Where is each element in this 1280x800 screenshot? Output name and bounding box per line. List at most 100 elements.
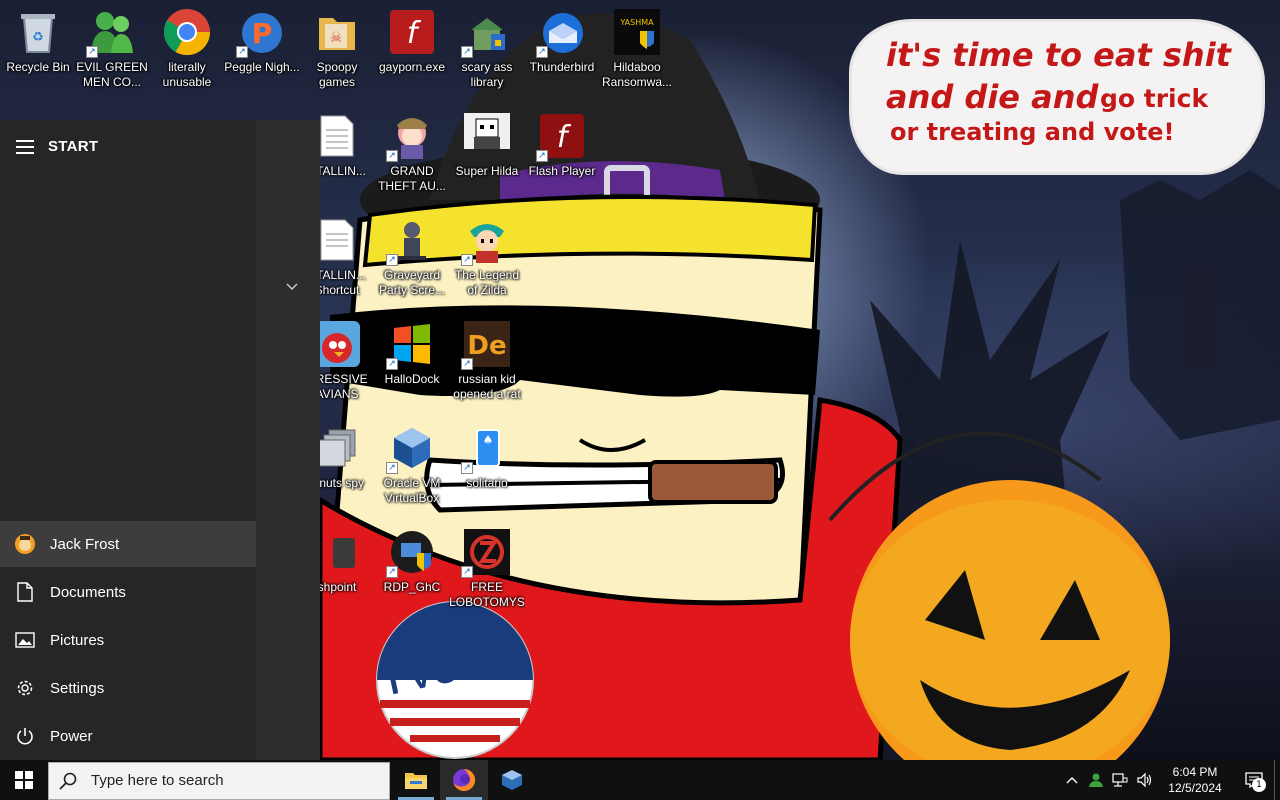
notification-badge: 1	[1252, 778, 1266, 792]
start-menu-rail	[0, 120, 256, 760]
flash-player-icon: f ↗	[536, 112, 586, 162]
desktop-icon-scary-library[interactable]: ↗ scary ass library	[449, 2, 525, 102]
volume-icon[interactable]	[1132, 760, 1156, 800]
folder-icon: ☠	[313, 8, 361, 56]
chevron-down-icon[interactable]	[286, 280, 298, 294]
desktop-icon-russian-kid[interactable]: De ↗ russian kid opened a rat	[449, 314, 525, 414]
start-menu-user[interactable]: Jack Frost	[0, 521, 256, 567]
desktop-icon-label: EVIL GREEN MEN CO...	[76, 60, 148, 89]
taskbar-app-virtualbox[interactable]	[488, 760, 536, 800]
desktop-icon-literally-unusable[interactable]: literally unusable	[149, 2, 225, 102]
desktop-icon-recycle-bin[interactable]: ♻ Recycle Bin	[0, 2, 76, 102]
pictures-icon	[14, 629, 36, 651]
desktop-icon-free-lobotomys[interactable]: ↗ FREE LOBOTOMYS	[449, 522, 525, 622]
desktop-icon-label: solitario	[466, 476, 508, 490]
desktop-icon-legend-of-zilda[interactable]: ↗ The Legend of Zilda	[449, 210, 525, 310]
start-menu-item-label: Settings	[50, 679, 105, 697]
anime-girl-icon: ↗	[386, 112, 436, 162]
svg-text:☠: ☠	[330, 30, 343, 46]
taskbar-clock[interactable]: 6:04 PM 12/5/2024	[1156, 764, 1234, 796]
start-menu-documents[interactable]: Documents	[0, 569, 256, 615]
desktop-icon-label: FREE LOBOTOMYS	[449, 580, 525, 609]
speech-line-3: or treating and vote!	[890, 118, 1175, 146]
start-menu: START Jack Frost Documents Pictures Sett…	[0, 120, 320, 760]
desktop-icon-evil-green-men[interactable]: ↗ EVIL GREEN MEN CO...	[74, 2, 150, 102]
windows-stack-icon	[313, 424, 361, 472]
angry-bird-icon	[313, 320, 361, 368]
desktop-icon-flash-player[interactable]: f ↗ Flash Player	[524, 106, 600, 206]
peggle-icon: P ↗	[236, 8, 286, 58]
desktop-icon-super-hilda[interactable]: Super Hilda	[449, 106, 525, 206]
user-name: Jack Frost	[50, 535, 120, 553]
start-menu-pictures[interactable]: Pictures	[0, 617, 256, 663]
windows-logo-icon: ↗	[386, 320, 436, 370]
system-tray: 6:04 PM 12/5/2024 1	[1060, 760, 1280, 800]
start-menu-item-label: Pictures	[50, 631, 105, 649]
desktop-icon-hallodock[interactable]: ↗ HalloDock	[374, 314, 450, 414]
network-icon[interactable]	[1108, 760, 1132, 800]
recycle-bin-icon: ♻	[14, 8, 62, 56]
taskbar-app-file-explorer[interactable]	[392, 760, 440, 800]
desktop-icon-label: Thunderbird	[529, 60, 595, 74]
desktop-icon-spoopy-games[interactable]: ☠ Spoopy games	[299, 2, 375, 102]
library-icon: ↗	[461, 8, 511, 58]
thunderbird-icon: ↗	[536, 8, 586, 58]
svg-text:♠: ♠	[483, 433, 494, 447]
notification-center-button[interactable]: 1	[1234, 760, 1274, 800]
gear-icon	[14, 677, 36, 699]
desktop-icon-hildaboo-ransomware[interactable]: YASHMA Hildaboo Ransomwa...	[599, 2, 675, 102]
desktop-icon-label: Oracle VM VirtualBox	[383, 476, 441, 505]
svg-text:P: P	[252, 17, 273, 50]
desktop-icon-label: Super Hilda	[455, 164, 519, 178]
desktop-icon-grand-theft-auto[interactable]: ↗ GRAND THEFT AU...	[374, 106, 450, 206]
power-icon	[14, 725, 36, 747]
search-input[interactable]	[91, 772, 371, 789]
desktop-icon-virtualbox[interactable]: ↗ Oracle VM VirtualBox	[374, 418, 450, 518]
start-menu-item-label: Power	[50, 727, 93, 745]
people-icon[interactable]	[1084, 760, 1108, 800]
desktop-icon-thunderbird[interactable]: ↗ Thunderbird	[524, 2, 600, 102]
desktop-icon-label: literally unusable	[162, 60, 212, 89]
svg-text:♻: ♻	[32, 30, 44, 45]
clock-date: 12/5/2024	[1168, 781, 1222, 795]
desktop-icon-label: The Legend of Zilda	[454, 268, 520, 297]
desktop-icon-label: gayporn.exe	[378, 60, 446, 74]
clock-time: 6:04 PM	[1172, 765, 1218, 779]
graveyard-icon: ↗	[386, 216, 436, 266]
desktop-icon-rdp[interactable]: ↗ RDP_GhC	[374, 522, 450, 622]
svg-text:YASHMA: YASHMA	[619, 18, 654, 27]
zilda-icon: ↗	[461, 216, 511, 266]
taskbar-search-box[interactable]	[48, 761, 390, 800]
start-menu-header[interactable]: START	[16, 138, 98, 155]
desktop-icon-graveyard-party[interactable]: ↗ Graveyard Party Scre...	[374, 210, 450, 310]
messenger-icon: ↗	[86, 8, 136, 58]
file-explorer-icon	[405, 773, 427, 789]
virtualbox-icon: ↗	[386, 424, 436, 474]
desktop-icon-label: GRAND THEFT AU...	[378, 164, 446, 193]
show-desktop-button[interactable]	[1274, 760, 1280, 800]
chevron-up-icon[interactable]	[1060, 760, 1084, 800]
desktop-icon-label: russian kid opened a rat	[453, 372, 521, 401]
app-icon	[313, 528, 361, 576]
hamburger-icon[interactable]	[16, 139, 34, 154]
solitaire-icon: ♠ ↗	[461, 424, 511, 474]
desktop-icon-label: scary ass library	[461, 60, 513, 89]
start-menu-item-label: Documents	[50, 583, 126, 601]
speech-line-2b: go trick	[1100, 84, 1209, 113]
desktop-icon-peggle[interactable]: P ↗ Peggle Nigh...	[224, 2, 300, 102]
start-menu-power[interactable]: Power	[0, 713, 256, 759]
start-button[interactable]	[0, 760, 48, 800]
text-file-icon	[313, 112, 361, 160]
de-icon: De ↗	[461, 320, 511, 370]
yashma-icon: YASHMA	[613, 8, 661, 56]
desktop-icon-solitario[interactable]: ♠ ↗ solitario	[449, 418, 525, 518]
desktop-icon-gayporn[interactable]: f gayporn.exe	[374, 2, 450, 102]
user-avatar	[14, 533, 36, 555]
desktop-icon-label: Recycle Bin	[6, 60, 70, 74]
start-menu-settings[interactable]: Settings	[0, 665, 256, 711]
taskbar-app-firefox[interactable]	[440, 760, 488, 800]
svg-text:De: De	[467, 331, 506, 361]
speech-bubble: it's time to eat shit and die and go tri…	[852, 22, 1262, 172]
text-file-icon	[313, 216, 361, 264]
windows-start-icon	[15, 771, 33, 789]
